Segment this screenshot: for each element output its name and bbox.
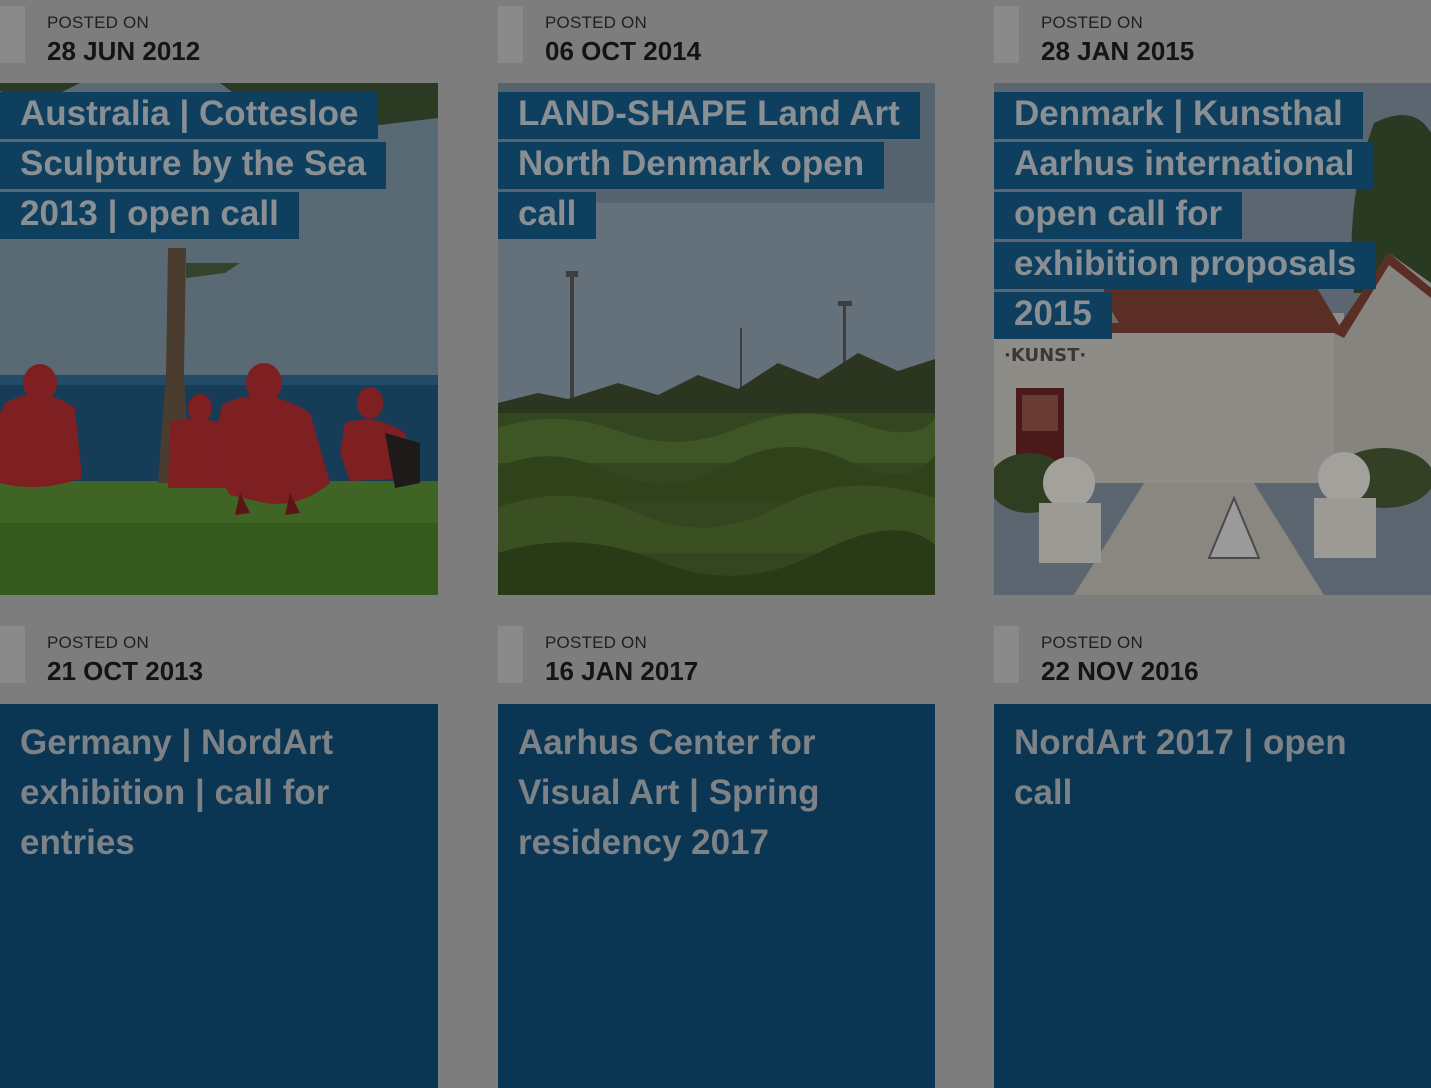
post-date: 21 OCT 2013 bbox=[47, 656, 204, 686]
post-card-australia[interactable]: POSTED ON 28 JUN 2012 Australia | Cottes… bbox=[0, 0, 438, 595]
post-title[interactable]: Germany | NordArt exhibition | call for … bbox=[20, 718, 415, 868]
post-thumbnail[interactable]: LAND-SHAPE Land Art North Denmark open c… bbox=[498, 83, 936, 595]
posted-on-label: POSTED ON bbox=[1041, 13, 1143, 32]
date-accent-bar bbox=[994, 6, 1019, 63]
posted-on: POSTED ON 16 JAN 2017 bbox=[498, 620, 936, 686]
kunst-sign: ·KUNST· bbox=[1004, 345, 1086, 366]
post-date: 16 JAN 2017 bbox=[545, 656, 699, 686]
date-accent-bar bbox=[994, 626, 1019, 683]
post-card-kunsthal[interactable]: POSTED ON 28 JAN 2015 ·KUNST· Denmark | … bbox=[994, 0, 1431, 595]
post-date: 06 OCT 2014 bbox=[545, 36, 702, 66]
post-text-card[interactable]: Aarhus Center for Visual Art | Spring re… bbox=[498, 704, 935, 1088]
post-date: 22 NOV 2016 bbox=[1041, 656, 1199, 686]
posted-on-label: POSTED ON bbox=[47, 13, 149, 32]
post-thumbnail[interactable]: Australia | Cottesloe Sculpture by the S… bbox=[0, 83, 438, 595]
post-grid: POSTED ON 28 JUN 2012 Australia | Cottes… bbox=[0, 0, 1431, 1088]
post-card-land-shape[interactable]: POSTED ON 06 OCT 2014 LAND-SHAPE Land Ar… bbox=[498, 0, 936, 595]
post-title[interactable]: Denmark | Kunsthal Aarhus international … bbox=[994, 92, 1377, 339]
post-date: 28 JAN 2015 bbox=[1041, 36, 1195, 66]
posted-on: POSTED ON 22 NOV 2016 bbox=[994, 620, 1431, 686]
posted-on: POSTED ON 06 OCT 2014 bbox=[498, 0, 936, 66]
post-date: 28 JUN 2012 bbox=[47, 36, 201, 66]
post-title[interactable]: NordArt 2017 | open call bbox=[1014, 718, 1409, 818]
posted-on-label: POSTED ON bbox=[545, 13, 647, 32]
date-accent-bar bbox=[0, 626, 25, 683]
post-title[interactable]: Australia | Cottesloe Sculpture by the S… bbox=[0, 92, 387, 239]
posted-on: POSTED ON 28 JAN 2015 bbox=[994, 0, 1431, 66]
posted-on-label: POSTED ON bbox=[47, 633, 149, 652]
posted-on: POSTED ON 21 OCT 2013 bbox=[0, 620, 438, 686]
posted-on-label: POSTED ON bbox=[1041, 633, 1143, 652]
post-text-card[interactable]: NordArt 2017 | open call bbox=[994, 704, 1431, 1088]
post-title[interactable]: Aarhus Center for Visual Art | Spring re… bbox=[518, 718, 913, 868]
posted-on: POSTED ON 28 JUN 2012 bbox=[0, 0, 438, 66]
date-accent-bar bbox=[498, 626, 523, 683]
post-text-card[interactable]: Germany | NordArt exhibition | call for … bbox=[0, 704, 438, 1088]
date-accent-bar bbox=[0, 6, 25, 63]
posted-on-label: POSTED ON bbox=[545, 633, 647, 652]
post-title[interactable]: LAND-SHAPE Land Art North Denmark open c… bbox=[498, 92, 920, 239]
post-thumbnail[interactable]: ·KUNST· Denmark | Kunsthal Aarhus intern… bbox=[994, 83, 1431, 595]
date-accent-bar bbox=[498, 6, 523, 63]
